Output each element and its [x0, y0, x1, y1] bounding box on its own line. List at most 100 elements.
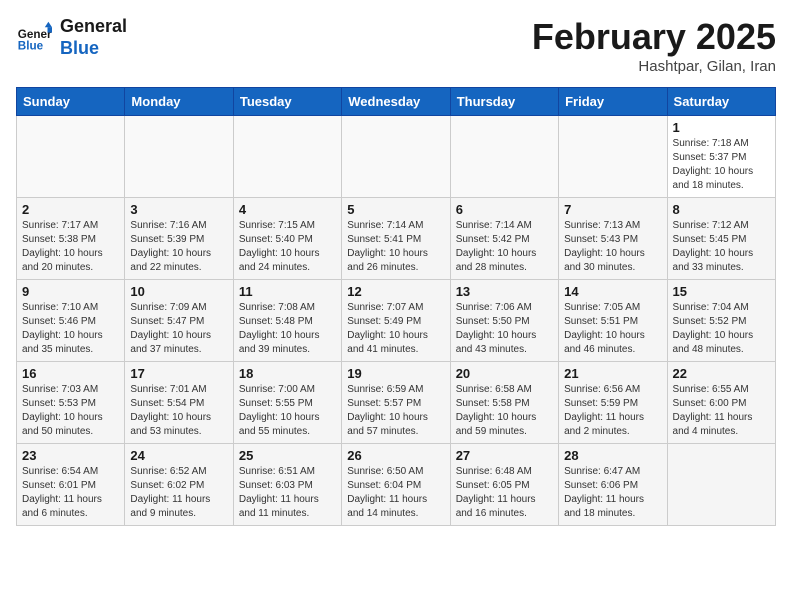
day-cell: 16 Sunrise: 7:03 AM Sunset: 5:53 PM Dayli… — [17, 362, 125, 444]
day-info: Sunrise: 7:18 AM Sunset: 5:37 PM Dayligh… — [673, 137, 770, 193]
day-cell: 11Sunrise: 7:08 AM Sunset: 5:48 PM Dayli… — [233, 280, 341, 362]
day-info: Sunrise: 6:54 AM Sunset: 6:01 PM Dayligh… — [22, 465, 119, 521]
week-row-3: 9 Sunrise: 7:10 AM Sunset: 5:46 PM Daylig… — [17, 280, 776, 362]
day-number: 23 — [22, 448, 119, 463]
week-row-4: 16 Sunrise: 7:03 AM Sunset: 5:53 PM Dayli… — [17, 362, 776, 444]
col-header-sunday: Sunday — [17, 88, 125, 116]
day-number: 28 — [564, 448, 661, 463]
logo-line1: General — [60, 16, 127, 38]
day-cell — [559, 116, 667, 198]
day-number: 13 — [456, 284, 553, 299]
location-subtitle: Hashtpar, Gilan, Iran — [532, 58, 776, 75]
day-number: 20 — [456, 366, 553, 381]
svg-text:Blue: Blue — [18, 39, 44, 52]
day-number: 2 — [22, 202, 119, 217]
day-number: 7 — [564, 202, 661, 217]
day-info: Sunrise: 6:59 AM Sunset: 5:57 PM Dayligh… — [347, 383, 444, 439]
day-info: Sunrise: 7:05 AM Sunset: 5:51 PM Dayligh… — [564, 301, 661, 357]
day-info: Sunrise: 6:50 AM Sunset: 6:04 PM Dayligh… — [347, 465, 444, 521]
day-number: 25 — [239, 448, 336, 463]
day-info: Sunrise: 7:10 AM Sunset: 5:46 PM Dayligh… — [22, 301, 119, 357]
day-cell: 7 Sunrise: 7:13 AM Sunset: 5:43 PM Daylig… — [559, 198, 667, 280]
day-info: Sunrise: 7:01 AM Sunset: 5:54 PM Dayligh… — [130, 383, 227, 439]
day-number: 22 — [673, 366, 770, 381]
day-info: Sunrise: 7:06 AM Sunset: 5:50 PM Dayligh… — [456, 301, 553, 357]
day-cell: 20 Sunrise: 6:58 AM Sunset: 5:58 PM Dayli… — [450, 362, 558, 444]
day-cell: 1 Sunrise: 7:18 AM Sunset: 5:37 PM Daylig… — [667, 116, 775, 198]
day-number: 19 — [347, 366, 444, 381]
day-info: Sunrise: 6:47 AM Sunset: 6:06 PM Dayligh… — [564, 465, 661, 521]
day-cell: 21Sunrise: 6:56 AM Sunset: 5:59 PM Dayli… — [559, 362, 667, 444]
col-header-tuesday: Tuesday — [233, 88, 341, 116]
day-number: 12 — [347, 284, 444, 299]
day-number: 10 — [130, 284, 227, 299]
day-info: Sunrise: 7:15 AM Sunset: 5:40 PM Dayligh… — [239, 219, 336, 275]
day-cell — [17, 116, 125, 198]
day-info: Sunrise: 6:52 AM Sunset: 6:02 PM Dayligh… — [130, 465, 227, 521]
week-row-5: 23 Sunrise: 6:54 AM Sunset: 6:01 PM Dayli… — [17, 444, 776, 526]
day-info: Sunrise: 6:51 AM Sunset: 6:03 PM Dayligh… — [239, 465, 336, 521]
day-info: Sunrise: 7:03 AM Sunset: 5:53 PM Dayligh… — [22, 383, 119, 439]
day-info: Sunrise: 7:14 AM Sunset: 5:41 PM Dayligh… — [347, 219, 444, 275]
day-cell: 6 Sunrise: 7:14 AM Sunset: 5:42 PM Daylig… — [450, 198, 558, 280]
day-cell: 8Sunrise: 7:12 AM Sunset: 5:45 PM Daylig… — [667, 198, 775, 280]
day-info: Sunrise: 7:17 AM Sunset: 5:38 PM Dayligh… — [22, 219, 119, 275]
day-number: 1 — [673, 120, 770, 135]
day-info: Sunrise: 7:14 AM Sunset: 5:42 PM Dayligh… — [456, 219, 553, 275]
day-cell: 17 Sunrise: 7:01 AM Sunset: 5:54 PM Dayli… — [125, 362, 233, 444]
day-cell — [450, 116, 558, 198]
day-cell: 3 Sunrise: 7:16 AM Sunset: 5:39 PM Daylig… — [125, 198, 233, 280]
day-number: 26 — [347, 448, 444, 463]
day-cell: 27 Sunrise: 6:48 AM Sunset: 6:05 PM Dayli… — [450, 444, 558, 526]
day-number: 4 — [239, 202, 336, 217]
day-number: 17 — [130, 366, 227, 381]
day-number: 18 — [239, 366, 336, 381]
day-cell: 22 Sunrise: 6:55 AM Sunset: 6:00 PM Dayli… — [667, 362, 775, 444]
day-info: Sunrise: 7:16 AM Sunset: 5:39 PM Dayligh… — [130, 219, 227, 275]
title-area: February 2025 Hashtpar, Gilan, Iran — [532, 16, 776, 75]
calendar-table: SundayMondayTuesdayWednesdayThursdayFrid… — [16, 87, 776, 526]
day-cell — [667, 444, 775, 526]
day-cell: 24Sunrise: 6:52 AM Sunset: 6:02 PM Dayli… — [125, 444, 233, 526]
day-cell: 18Sunrise: 7:00 AM Sunset: 5:55 PM Dayli… — [233, 362, 341, 444]
day-cell: 14 Sunrise: 7:05 AM Sunset: 5:51 PM Dayli… — [559, 280, 667, 362]
day-number: 9 — [22, 284, 119, 299]
day-cell: 25 Sunrise: 6:51 AM Sunset: 6:03 PM Dayli… — [233, 444, 341, 526]
day-info: Sunrise: 6:55 AM Sunset: 6:00 PM Dayligh… — [673, 383, 770, 439]
day-info: Sunrise: 6:48 AM Sunset: 6:05 PM Dayligh… — [456, 465, 553, 521]
calendar-header-row: SundayMondayTuesdayWednesdayThursdayFrid… — [17, 88, 776, 116]
day-info: Sunrise: 7:04 AM Sunset: 5:52 PM Dayligh… — [673, 301, 770, 357]
day-number: 15 — [673, 284, 770, 299]
day-cell: 12 Sunrise: 7:07 AM Sunset: 5:49 PM Dayli… — [342, 280, 450, 362]
day-cell — [125, 116, 233, 198]
col-header-monday: Monday — [125, 88, 233, 116]
day-cell — [233, 116, 341, 198]
day-number: 6 — [456, 202, 553, 217]
day-info: Sunrise: 7:13 AM Sunset: 5:43 PM Dayligh… — [564, 219, 661, 275]
day-cell: 19 Sunrise: 6:59 AM Sunset: 5:57 PM Dayli… — [342, 362, 450, 444]
col-header-wednesday: Wednesday — [342, 88, 450, 116]
day-info: Sunrise: 6:56 AM Sunset: 5:59 PM Dayligh… — [564, 383, 661, 439]
logo: General Blue General Blue — [16, 16, 127, 59]
logo-icon: General Blue — [16, 20, 52, 56]
logo-line2: Blue — [60, 38, 127, 60]
day-cell: 15 Sunrise: 7:04 AM Sunset: 5:52 PM Dayli… — [667, 280, 775, 362]
day-number: 8 — [673, 202, 770, 217]
day-number: 16 — [22, 366, 119, 381]
week-row-2: 2 Sunrise: 7:17 AM Sunset: 5:38 PM Daylig… — [17, 198, 776, 280]
day-cell: 28 Sunrise: 6:47 AM Sunset: 6:06 PM Dayli… — [559, 444, 667, 526]
day-number: 14 — [564, 284, 661, 299]
col-header-friday: Friday — [559, 88, 667, 116]
week-row-1: 1 Sunrise: 7:18 AM Sunset: 5:37 PM Daylig… — [17, 116, 776, 198]
day-cell: 9 Sunrise: 7:10 AM Sunset: 5:46 PM Daylig… — [17, 280, 125, 362]
day-cell: 2 Sunrise: 7:17 AM Sunset: 5:38 PM Daylig… — [17, 198, 125, 280]
day-number: 3 — [130, 202, 227, 217]
day-info: Sunrise: 7:09 AM Sunset: 5:47 PM Dayligh… — [130, 301, 227, 357]
day-number: 11 — [239, 284, 336, 299]
day-number: 5 — [347, 202, 444, 217]
day-number: 27 — [456, 448, 553, 463]
col-header-saturday: Saturday — [667, 88, 775, 116]
day-info: Sunrise: 7:07 AM Sunset: 5:49 PM Dayligh… — [347, 301, 444, 357]
day-cell: 10 Sunrise: 7:09 AM Sunset: 5:47 PM Dayli… — [125, 280, 233, 362]
day-info: Sunrise: 6:58 AM Sunset: 5:58 PM Dayligh… — [456, 383, 553, 439]
